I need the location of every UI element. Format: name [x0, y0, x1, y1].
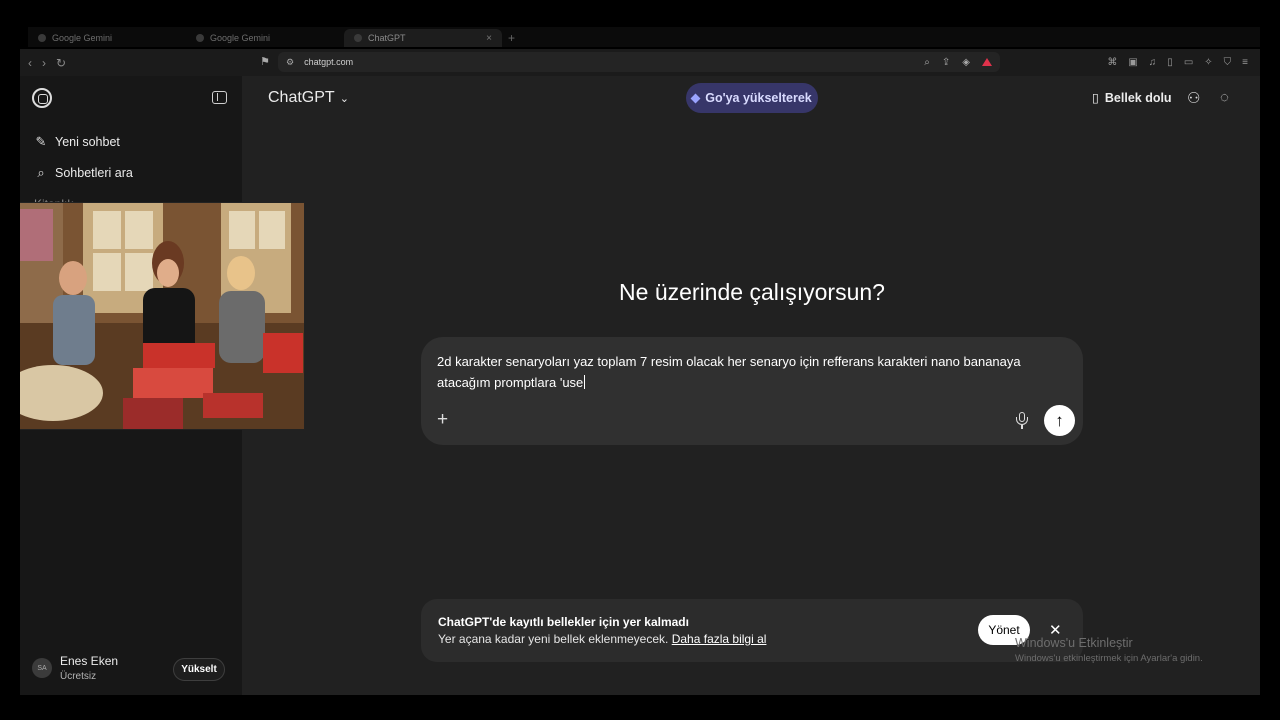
- temporary-chat-icon[interactable]: ◌: [1220, 89, 1229, 106]
- memory-icon: ▯: [1092, 91, 1099, 105]
- browser-tab[interactable]: Google Gemini: [186, 29, 344, 47]
- browser-toolbar: ‹ › ↻ ⚑ ⚙ chatgpt.com ⌕ ⇪ ◈ ⌘ ▣ ♫ ▯ ▭ ✧ …: [20, 49, 1260, 76]
- model-selector[interactable]: ChatGPT ⌄: [268, 89, 349, 107]
- search-chats-label: Sohbetleri ara: [55, 166, 133, 180]
- user-profile[interactable]: SA Enes Eken Ücretsiz: [32, 654, 118, 682]
- new-tab-button[interactable]: +: [502, 29, 521, 47]
- learn-more-link[interactable]: Daha fazla bilgi al: [672, 632, 767, 646]
- watermark-subtitle: Windows'u etkinleştirmek için Ayarlar'a …: [1015, 653, 1203, 664]
- screenshot-icon[interactable]: ▣: [1128, 57, 1137, 68]
- go-upgrade-button[interactable]: Go'ya yükselterek: [686, 83, 818, 113]
- bookmark-icon[interactable]: ⚑: [260, 55, 270, 68]
- prompt-input[interactable]: 2d karakter senaryoları yaz toplam 7 res…: [437, 351, 1067, 393]
- close-tab-icon[interactable]: ×: [486, 33, 492, 44]
- banner-title: ChatGPT'de kayıtlı bellekler için yer ka…: [438, 615, 689, 629]
- zoom-icon[interactable]: ⌕: [924, 57, 930, 68]
- text-caret: [584, 375, 586, 389]
- sidebar-toggle-icon[interactable]: ▯: [1167, 57, 1173, 68]
- openai-logo-icon[interactable]: [32, 88, 52, 108]
- arrow-up-icon: ↑: [1055, 410, 1064, 430]
- user-plan: Ücretsiz: [60, 671, 97, 682]
- diamond-icon: [690, 93, 701, 103]
- browser-tab-bar: Google Gemini Google Gemini ChatGPT × +: [28, 27, 1260, 47]
- upgrade-button[interactable]: Yükselt: [173, 658, 225, 681]
- tab-label: Google Gemini: [52, 33, 113, 43]
- search-chats-button[interactable]: ⌕ Sohbetleri ara: [34, 165, 133, 180]
- extensions-bar: ⌘ ▣ ♫ ▯ ▭ ✧ ⛉ ≡: [1107, 57, 1248, 68]
- microphone-icon[interactable]: [1014, 412, 1030, 430]
- browser-tab[interactable]: Google Gemini: [28, 29, 186, 47]
- vpn-icon[interactable]: ⛉: [1224, 57, 1232, 68]
- site-info-icon[interactable]: ⚙: [286, 57, 294, 68]
- go-upgrade-label: Go'ya yükselterek: [705, 91, 812, 105]
- page-title: Ne üzerinde çalışıyorsun?: [619, 279, 885, 305]
- extension-icon[interactable]: ⌘: [1107, 57, 1117, 68]
- chatgpt-favicon-icon: [354, 34, 362, 42]
- chatgpt-app: ✎ Yeni sohbet ⌕ Sohbetleri ara Kitaplık …: [20, 76, 1260, 695]
- new-chat-label: Yeni sohbet: [55, 135, 120, 149]
- edit-icon: ✎: [35, 134, 47, 149]
- forward-icon[interactable]: ›: [42, 56, 46, 70]
- wallet-icon[interactable]: ▭: [1184, 57, 1193, 68]
- music-icon[interactable]: ♫: [1149, 57, 1157, 68]
- user-name: Enes Eken: [60, 654, 119, 668]
- menu-icon[interactable]: ≡: [1242, 57, 1248, 68]
- memory-full-label: Bellek dolu: [1104, 90, 1172, 105]
- new-chat-button[interactable]: ✎ Yeni sohbet: [34, 134, 120, 149]
- windows-activation-watermark: Windows'u Etkinleştir Windows'u etkinleş…: [1015, 636, 1203, 664]
- search-icon: ⌕: [37, 165, 45, 180]
- avatar: SA: [32, 658, 52, 678]
- tab-label: ChatGPT: [368, 33, 406, 43]
- add-person-icon[interactable]: ⚇: [1187, 89, 1200, 107]
- url-text: chatgpt.com: [304, 57, 354, 67]
- brave-rewards-icon[interactable]: [982, 58, 992, 66]
- share-icon[interactable]: ⇪: [942, 57, 950, 68]
- tab-label: Google Gemini: [210, 33, 271, 43]
- gemini-icon: [196, 34, 204, 42]
- prompt-text: 2d karakter senaryoları yaz toplam 7 res…: [437, 354, 1021, 390]
- memory-full-banner: ChatGPT'de kayıtlı bellekler için yer ka…: [421, 599, 1083, 662]
- banner-body-text: Yer açana kadar yeni bellek eklenmeyecek…: [438, 632, 669, 646]
- watermark-title: Windows'u Etkinleştir: [1015, 636, 1133, 650]
- collapse-sidebar-icon[interactable]: [212, 91, 227, 104]
- video-overlay[interactable]: [20, 202, 305, 430]
- video-frame: [20, 203, 304, 429]
- banner-body: Yer açana kadar yeni bellek eklenmeyecek…: [438, 632, 766, 646]
- address-bar[interactable]: ⚙ chatgpt.com ⌕ ⇪ ◈: [278, 52, 1000, 72]
- prompt-composer[interactable]: 2d karakter senaryoları yaz toplam 7 res…: [421, 337, 1083, 445]
- back-icon[interactable]: ‹: [28, 56, 32, 70]
- chevron-down-icon: ⌄: [339, 92, 349, 105]
- memory-full-indicator[interactable]: ▯ Bellek dolu: [1092, 90, 1172, 106]
- add-attachment-icon[interactable]: +: [437, 409, 448, 431]
- send-button[interactable]: ↑: [1044, 405, 1075, 436]
- reload-icon[interactable]: ↻: [56, 56, 66, 70]
- leo-icon[interactable]: ✧: [1204, 57, 1212, 68]
- browser-tab-active[interactable]: ChatGPT ×: [344, 29, 502, 47]
- favicon-icon: [38, 34, 46, 42]
- brave-shield-icon[interactable]: ◈: [962, 57, 970, 68]
- model-name: ChatGPT: [268, 89, 335, 106]
